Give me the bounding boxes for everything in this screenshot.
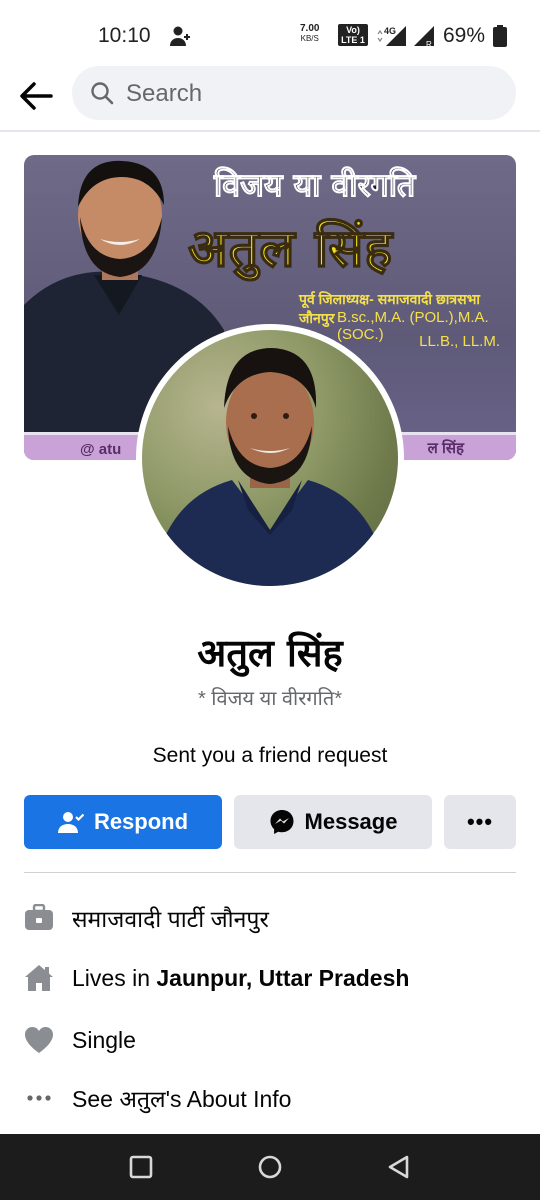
volte-line1: Vo) — [346, 25, 360, 35]
lives-prefix: Lives in — [72, 964, 157, 991]
header-divider — [0, 130, 540, 132]
home-nav-icon[interactable] — [257, 1154, 283, 1180]
search-placeholder: Search — [126, 80, 203, 107]
svg-text:R: R — [426, 40, 432, 48]
status-time: 10:10 — [98, 24, 151, 47]
recents-icon[interactable] — [128, 1154, 154, 1180]
system-navbar — [0, 1134, 540, 1200]
friend-request-text: Sent you a friend request — [152, 744, 388, 767]
volte-line2: LTE 1 — [341, 35, 365, 45]
respond-icon — [57, 812, 84, 833]
heart-icon — [24, 1025, 54, 1055]
respond-button[interactable]: Respond — [24, 795, 222, 849]
lives-place[interactable]: Jaunpur, Uttar Pradesh — [156, 965, 409, 991]
message-button[interactable]: Message — [234, 795, 432, 849]
battery-icon — [493, 25, 507, 47]
signal-4g-icon: 4G — [377, 26, 406, 46]
back-arrow-icon — [20, 82, 53, 110]
avatar[interactable] — [142, 330, 398, 586]
cover-strip-left: @ atu — [80, 441, 122, 458]
section-divider — [24, 872, 516, 873]
search-icon — [91, 82, 114, 105]
volte-icon: Vo) LTE 1 — [338, 24, 368, 46]
more-icon: ••• — [466, 809, 494, 834]
message-label: Message — [304, 809, 398, 834]
person-add-icon — [170, 26, 190, 46]
respond-label: Respond — [93, 809, 189, 834]
signal-icon: R — [414, 26, 434, 48]
battery-percent: 69% — [443, 24, 486, 47]
cover-strip-right: ल सिंह — [427, 440, 464, 457]
messenger-icon — [270, 810, 294, 834]
info-relationship: Single — [24, 1020, 516, 1060]
profile-name: अतुल सिंह — [197, 631, 343, 675]
search-input[interactable]: Search — [72, 66, 516, 120]
lives-text: Lives in Jaunpur, Uttar Pradesh — [72, 965, 409, 992]
work-text: समाजवादी पार्टी जौनपुर — [72, 906, 269, 932]
info-lives: Lives in Jaunpur, Uttar Pradesh — [24, 958, 516, 998]
home-icon — [24, 963, 54, 993]
cover-degrees-2: LL.B., LL.M. — [419, 333, 500, 350]
network-rate-unit: KB/S — [300, 34, 319, 43]
about-info-link[interactable]: See अतुल's About Info — [24, 1078, 516, 1118]
back-nav-icon[interactable] — [386, 1154, 412, 1180]
search-header: Search — [0, 66, 540, 130]
cover-title: विजय या वीरगति — [213, 166, 416, 205]
network-rate-value: 7.00 — [300, 23, 320, 34]
cover-name: अतुल सिंह — [187, 217, 393, 280]
ellipsis-icon — [24, 1083, 54, 1113]
info-work: समाजवादी पार्टी जौनपुर — [24, 898, 516, 938]
profile-screen: 10:10 7.00 KB/S Vo) LTE 1 4G R 69% Searc… — [0, 0, 540, 1200]
about-info-text: See अतुल's About Info — [72, 1086, 292, 1112]
avatar-image — [152, 348, 388, 586]
network-rate: 7.00 KB/S — [300, 24, 319, 44]
briefcase-icon — [24, 903, 54, 933]
back-button[interactable] — [16, 76, 56, 116]
more-options-button[interactable]: ••• — [444, 795, 516, 849]
svg-text:4G: 4G — [384, 26, 396, 36]
status-bar: 10:10 7.00 KB/S Vo) LTE 1 4G R 69% — [0, 0, 540, 66]
profile-tagline: * विजय या वीरगति* — [197, 688, 343, 710]
relationship-text: Single — [72, 1026, 136, 1053]
